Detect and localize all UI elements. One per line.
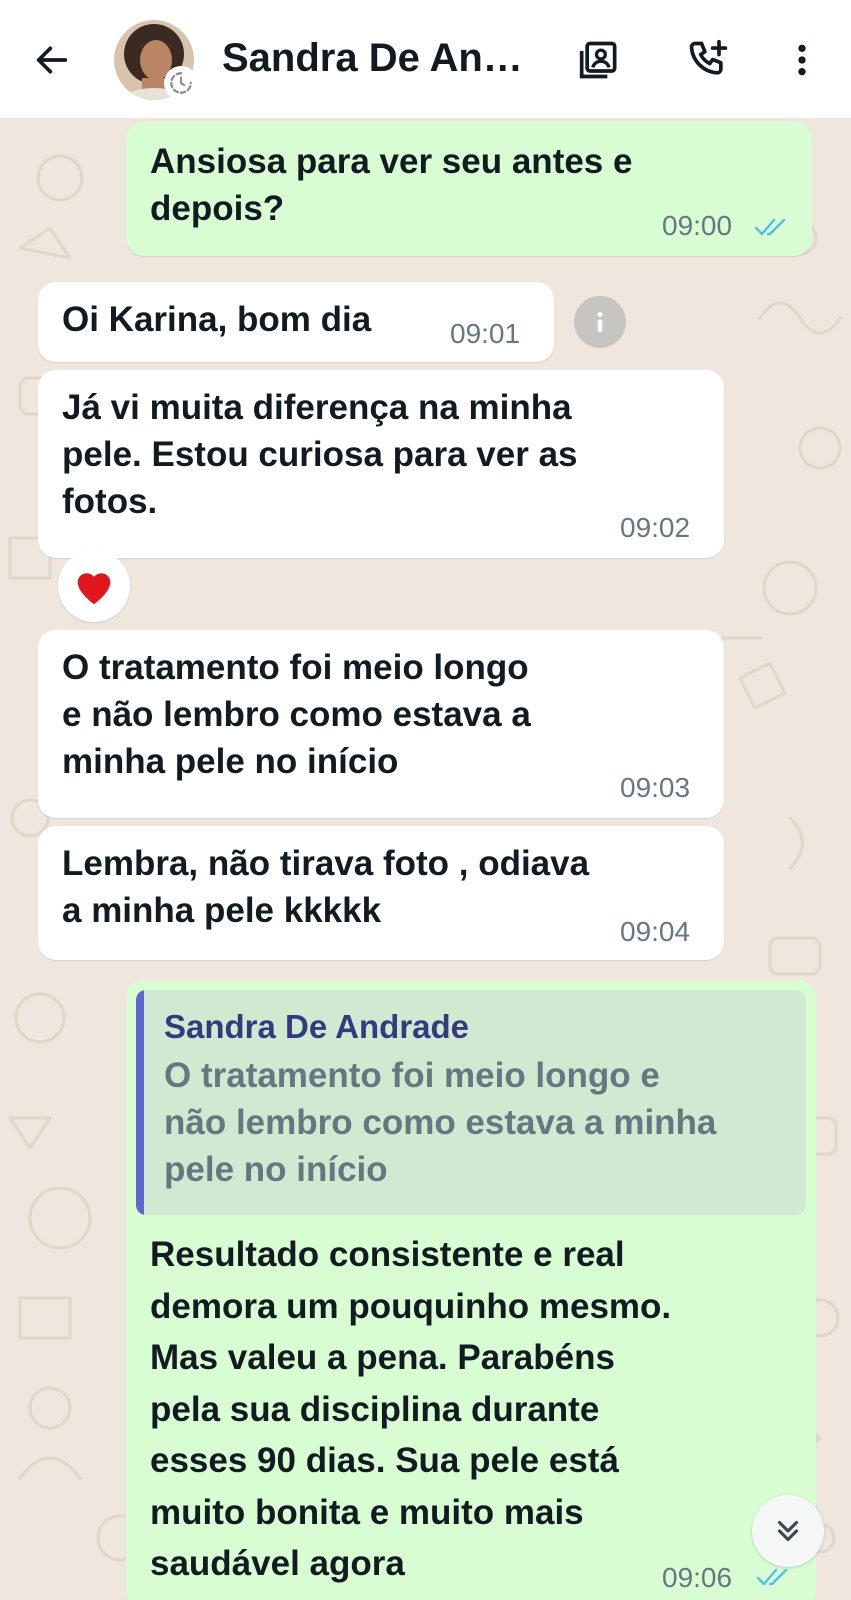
chevrons-down-icon [777, 1520, 799, 1542]
message-time: 09:02 [620, 512, 691, 543]
chat-header: Sandra De An… [0, 0, 851, 118]
message-bubble-outgoing[interactable]: Ansiosa para ver seu antes e depois? 09:… [126, 122, 812, 256]
heart-icon [77, 573, 111, 605]
phone-plus-icon [689, 39, 728, 75]
reaction-badge[interactable] [58, 550, 130, 622]
message-bubble-incoming[interactable]: Lembra, não tirava foto , odiava a minha… [38, 826, 724, 960]
more-vertical-icon [798, 44, 806, 76]
menu-button[interactable] [778, 36, 826, 84]
message-text: Resultado consistente e real demora um p… [150, 1235, 672, 1583]
back-button[interactable] [30, 38, 74, 82]
add-call-button[interactable] [684, 36, 732, 84]
message-text: Lembra, não tirava foto , odiava a minha… [62, 844, 590, 930]
quote-accent-bar [136, 990, 144, 1215]
message-time: 09:01 [450, 318, 521, 349]
contact-card-icon [579, 41, 617, 79]
arrow-left-icon [36, 46, 68, 74]
info-icon [597, 312, 603, 332]
message-text: Oi Karina, bom dia [62, 300, 372, 339]
message-time: 09:06 [662, 1562, 733, 1593]
info-button[interactable] [574, 296, 626, 348]
message-text: O tratamento foi meio longo e não lembro… [62, 648, 531, 781]
message-bubble-incoming[interactable]: Oi Karina, bom dia 09:01 [38, 282, 554, 362]
status-update-icon [164, 66, 198, 100]
message-time: 09:04 [620, 916, 691, 947]
message-text: Já vi muita diferença na minha pele. Est… [62, 388, 578, 521]
quoted-message[interactable]: Sandra De Andrade O tratamento foi meio … [136, 990, 806, 1215]
message-bubble-incoming[interactable]: O tratamento foi meio longo e não lembro… [38, 630, 724, 818]
message-time: 09:00 [662, 210, 733, 241]
message-time: 09:03 [620, 772, 691, 803]
quote-text: O tratamento foi meio longo e não lembro… [164, 1056, 717, 1189]
double-check-icon [754, 218, 786, 236]
message-bubble-incoming[interactable]: Já vi muita diferença na minha pele. Est… [38, 370, 724, 558]
scroll-to-bottom-button[interactable] [752, 1495, 824, 1567]
contacts-button[interactable] [576, 36, 624, 84]
quote-author: Sandra De Andrade [164, 1008, 470, 1045]
contact-name[interactable]: Sandra De An… [222, 36, 542, 81]
double-check-icon [756, 1568, 788, 1586]
